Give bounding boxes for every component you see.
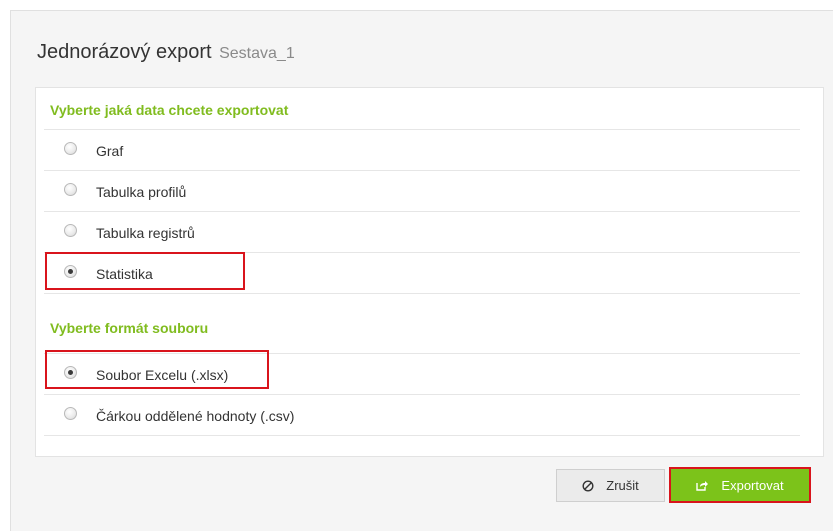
dialog-subtitle: Sestava_1 — [219, 45, 295, 62]
cancel-circle-icon — [582, 479, 594, 492]
option-xlsx[interactable]: Soubor Excelu (.xlsx) — [44, 353, 800, 394]
export-options-panel: Vyberte jaká data chcete exportovat Graf… — [35, 87, 824, 457]
export-dialog: Jednorázový export Sestava_1 Vyberte jak… — [10, 10, 833, 531]
radio-tabulka-registru[interactable] — [64, 224, 77, 237]
cancel-button[interactable]: Zrušit — [556, 469, 665, 502]
export-share-icon — [696, 479, 709, 491]
option-label-tabulka-registru[interactable]: Tabulka registrů — [96, 225, 195, 241]
option-tabulka-registru[interactable]: Tabulka registrů — [44, 211, 800, 252]
export-button[interactable]: Exportovat — [669, 467, 811, 503]
dialog-title: Jednorázový export Sestava_1 — [37, 41, 295, 64]
option-label-graf[interactable]: Graf — [96, 143, 123, 159]
data-section-heading: Vyberte jaká data chcete exportovat — [50, 102, 289, 118]
cancel-button-label: Zrušit — [606, 478, 639, 493]
option-csv[interactable]: Čárkou oddělené hodnoty (.csv) — [44, 394, 800, 436]
option-statistika[interactable]: Statistika — [44, 252, 800, 294]
option-label-csv[interactable]: Čárkou oddělené hodnoty (.csv) — [96, 408, 294, 424]
radio-csv[interactable] — [64, 407, 77, 420]
radio-statistika[interactable] — [64, 265, 77, 278]
option-graf[interactable]: Graf — [44, 129, 800, 170]
option-label-statistika[interactable]: Statistika — [96, 266, 153, 282]
option-tabulka-profilu[interactable]: Tabulka profilů — [44, 170, 800, 211]
radio-tabulka-profilu[interactable] — [64, 183, 77, 196]
option-label-xlsx[interactable]: Soubor Excelu (.xlsx) — [96, 367, 228, 383]
export-button-label: Exportovat — [721, 477, 784, 493]
dialog-title-text: Jednorázový export — [37, 41, 212, 63]
format-section-heading: Vyberte formát souboru — [50, 320, 209, 336]
option-label-tabulka-profilu[interactable]: Tabulka profilů — [96, 184, 186, 200]
radio-graf[interactable] — [64, 142, 77, 155]
radio-xlsx[interactable] — [64, 366, 77, 379]
